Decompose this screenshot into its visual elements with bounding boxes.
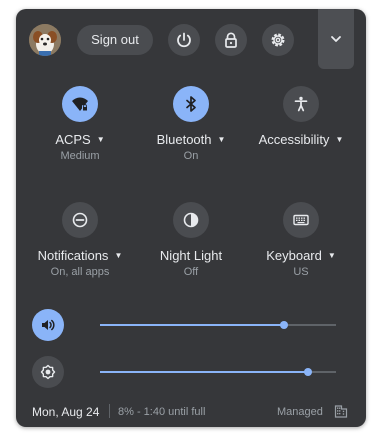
bluetooth-label-text: Bluetooth xyxy=(156,132,212,147)
tile-night-light-label: Night Light xyxy=(159,248,223,263)
tile-wifi-status: Medium xyxy=(60,150,100,162)
tile-wifi-label: ACPS ▼ xyxy=(22,132,138,147)
tile-bluetooth-status: On xyxy=(183,150,199,162)
night-light-toggle[interactable] xyxy=(173,202,209,238)
brightness-button[interactable] xyxy=(32,356,64,388)
tile-bluetooth-label: Bluetooth ▼ xyxy=(133,132,249,147)
brightness-slider[interactable] xyxy=(100,368,336,376)
volume-slider-fill xyxy=(100,324,285,326)
tile-keyboard[interactable]: Keyboard ▼ US xyxy=(243,202,359,278)
accessibility-icon xyxy=(294,96,308,112)
accessibility-toggle[interactable] xyxy=(283,86,319,122)
enterprise-building-icon[interactable] xyxy=(334,404,348,421)
bluetooth-toggle[interactable] xyxy=(173,86,209,122)
volume-mute-button[interactable] xyxy=(32,309,64,341)
date-label[interactable]: Mon, Aug 24 xyxy=(32,405,99,419)
tile-keyboard-status: US xyxy=(293,266,309,278)
dog-avatar-image xyxy=(29,24,61,56)
tile-wifi[interactable]: ACPS ▼ Medium xyxy=(22,86,138,162)
tile-night-light-status: Off xyxy=(183,266,199,278)
status-footer: Mon, Aug 24 8% - 1:40 until full Managed xyxy=(16,401,366,423)
brightness-slider-row xyxy=(16,356,366,390)
avatar[interactable] xyxy=(29,24,61,56)
building-icon xyxy=(334,405,348,418)
power-button[interactable] xyxy=(168,24,200,56)
settings-button[interactable] xyxy=(262,24,294,56)
volume-icon xyxy=(42,319,55,331)
night-light-icon xyxy=(183,212,199,228)
tile-notifications[interactable]: Notifications ▼ On, all apps xyxy=(22,202,138,278)
keyboard-toggle[interactable] xyxy=(283,202,319,238)
caret-down-icon: ▼ xyxy=(96,135,105,144)
wifi-network-name: ACPS xyxy=(55,132,91,147)
sign-out-button[interactable]: Sign out xyxy=(77,25,153,55)
volume-slider[interactable] xyxy=(100,321,336,329)
power-icon xyxy=(177,32,191,48)
caret-down-icon: ▼ xyxy=(335,135,344,144)
do-not-disturb-icon xyxy=(72,212,88,228)
notifications-label-text: Notifications xyxy=(37,248,109,263)
quick-settings-panel: Sign out ACPS ▼ Medium Bluetooth ▼ On Ac… xyxy=(16,9,366,427)
brightness-icon xyxy=(40,364,56,380)
lock-button[interactable] xyxy=(215,24,247,56)
top-bar: Sign out xyxy=(16,9,366,69)
battery-status[interactable]: 8% - 1:40 until full xyxy=(118,406,205,418)
tile-notifications-label: Notifications ▼ xyxy=(22,248,138,263)
bluetooth-icon xyxy=(186,96,196,112)
wifi-icon xyxy=(72,97,88,111)
tile-accessibility[interactable]: Accessibility ▼ xyxy=(243,86,359,150)
managed-label[interactable]: Managed xyxy=(277,406,323,418)
caret-down-icon: ▼ xyxy=(217,135,226,144)
caret-down-icon: ▼ xyxy=(114,251,123,260)
tile-keyboard-label: Keyboard ▼ xyxy=(243,248,359,263)
collapse-button[interactable] xyxy=(318,9,354,69)
gear-icon xyxy=(271,33,285,47)
chevron-down-icon xyxy=(331,36,341,42)
tile-bluetooth[interactable]: Bluetooth ▼ On xyxy=(133,86,249,162)
lock-icon xyxy=(225,32,237,48)
brightness-slider-fill xyxy=(100,371,308,373)
accessibility-label-text: Accessibility xyxy=(258,132,330,147)
notifications-toggle[interactable] xyxy=(62,202,98,238)
volume-slider-row xyxy=(16,309,366,343)
keyboard-icon xyxy=(293,214,309,226)
footer-divider xyxy=(109,404,110,418)
wifi-toggle[interactable] xyxy=(62,86,98,122)
caret-down-icon: ▼ xyxy=(327,251,336,260)
volume-slider-thumb[interactable] xyxy=(280,321,289,329)
tile-night-light[interactable]: Night Light Off xyxy=(133,202,249,278)
brightness-slider-thumb[interactable] xyxy=(303,368,312,376)
tile-accessibility-label: Accessibility ▼ xyxy=(243,132,359,147)
keyboard-label-text: Keyboard xyxy=(266,248,322,263)
tile-notifications-status: On, all apps xyxy=(50,266,110,278)
